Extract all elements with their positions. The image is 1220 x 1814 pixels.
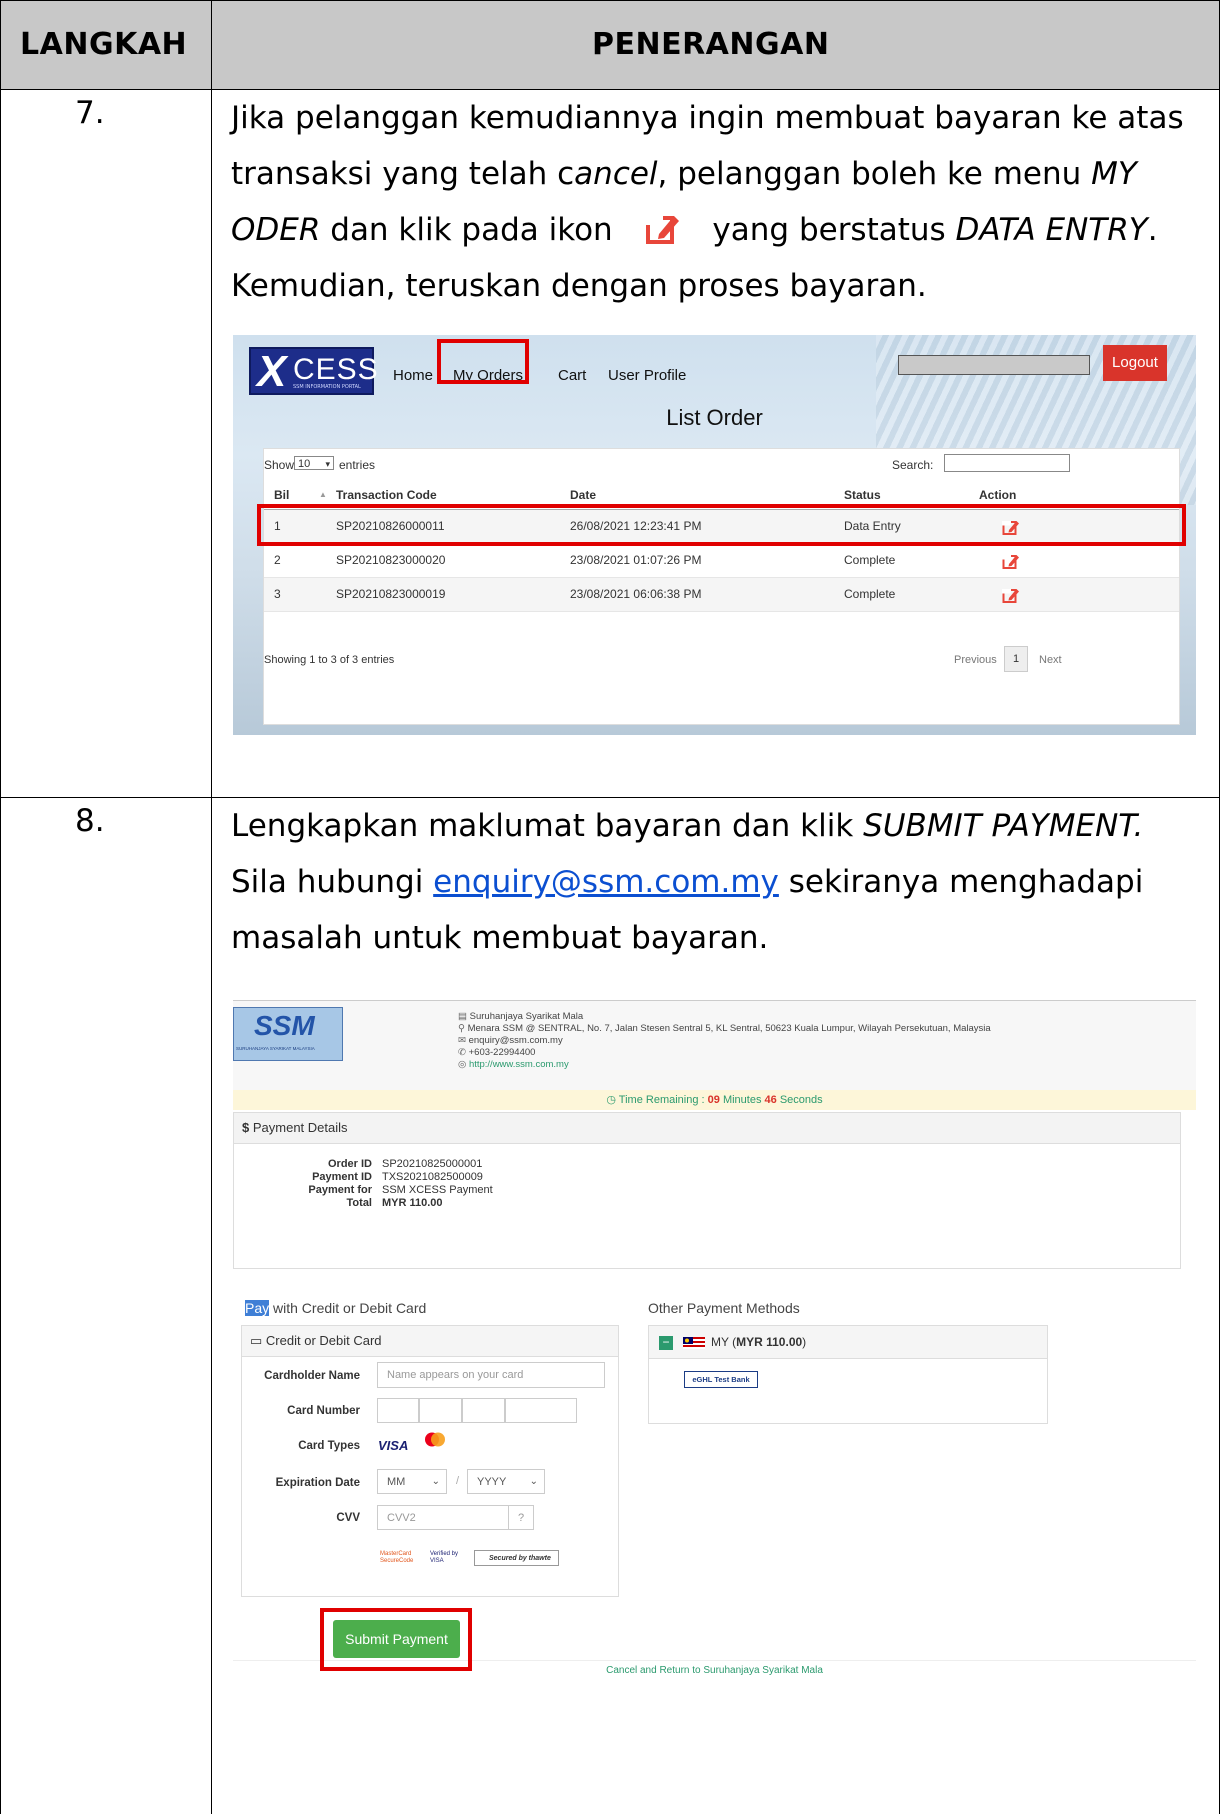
step-7-text: Jika pelanggan kemudiannya ingin membuat… (231, 90, 1206, 314)
previous-button[interactable]: Previous (954, 654, 997, 666)
credit-card-form: ▭ Credit or Debit Card Cardholder Name N… (241, 1325, 619, 1597)
credit-card-header: ▭ Credit or Debit Card (242, 1326, 618, 1357)
orders-table-panel: Show 10 ▾ entries Search: Bil ▲ Transacti… (263, 448, 1180, 725)
visa-icon: VISA (378, 1438, 409, 1453)
step-8-text: Lengkapkan maklumat bayaran dan klik SUB… (231, 798, 1206, 966)
column-divider (211, 0, 212, 1814)
search-input[interactable] (944, 454, 1070, 472)
entries-label: entries (339, 458, 376, 472)
xcess-logo: X CESS SSM INFORMATION PORTAL (249, 347, 378, 396)
expiry-month-select[interactable]: MM ⌄ (377, 1469, 447, 1494)
next-button[interactable]: Next (1039, 654, 1062, 666)
card-number-input[interactable] (419, 1398, 462, 1423)
expiration-label: Expiration Date (275, 1477, 360, 1489)
step-7-line-2: transaksi yang telah cancel, pelanggan b… (231, 156, 1137, 192)
step-7-line-3: ODER dan klik pada ikon yang berstatus D… (231, 202, 1206, 258)
table-row: 2 SP20210823000020 23/08/2021 01:07:26 P… (264, 544, 1179, 578)
nav-user-profile[interactable]: User Profile (608, 367, 686, 384)
time-remaining-bar: ◷ Time Remaining : 09 Minutes 46 Seconds (233, 1090, 1196, 1110)
mastercard-icon (422, 1431, 448, 1448)
edit-icon (644, 208, 681, 244)
other-payment-methods-box: − MY (MYR 110.00) eGHL Test Bank (648, 1325, 1048, 1424)
edit-icon[interactable] (1002, 552, 1020, 570)
border-left (0, 0, 1, 1814)
payment-details-box: $ Payment Details Order ID Payment ID Pa… (233, 1112, 1181, 1269)
cardholder-label: Cardholder Name (264, 1370, 360, 1382)
logout-button[interactable]: Logout (1103, 345, 1167, 381)
mastercard-securecode-logo: MasterCard SecureCode (380, 1551, 414, 1564)
step-7-line-4: Kemudian, teruskan dengan proses bayaran… (231, 268, 927, 304)
other-payment-methods-title: Other Payment Methods (648, 1300, 800, 1316)
pay-with-card-title: Pay with Credit or Debit Card (245, 1300, 427, 1316)
payment-screenshot: SSM SURUHANJAYA SYARIKAT MALAYSIA ▤ Suru… (233, 1000, 1196, 1720)
nav-home[interactable]: Home (393, 367, 433, 384)
collapse-icon: − (659, 1336, 673, 1350)
card-number-input[interactable] (505, 1398, 577, 1423)
my-bank-group-header[interactable]: − MY (MYR 110.00) (649, 1326, 1047, 1359)
ssm-logo: SSM SURUHANJAYA SYARIKAT MALAYSIA (233, 1007, 343, 1061)
page-1-button[interactable]: 1 (1004, 646, 1028, 672)
thawte-seal: Secured by thawte (474, 1550, 559, 1566)
card-icon: ▭ (250, 1333, 263, 1348)
search-label: Search: (892, 458, 934, 472)
malaysia-flag-icon (683, 1336, 705, 1349)
highlight-my-orders (437, 339, 529, 384)
card-number-label: Card Number (287, 1405, 360, 1417)
ssm-contact-info: ▤ Suruhanjaya Syarikat Mala ⚲ Menara SSM… (458, 1011, 991, 1070)
nav-cart[interactable]: Cart (558, 367, 586, 384)
showing-info: Showing 1 to 3 of 3 entries (264, 654, 395, 666)
ssm-header: SSM SURUHANJAYA SYARIKAT MALAYSIA ▤ Suru… (233, 1000, 1196, 1091)
entries-select[interactable]: 10 ▾ (294, 456, 334, 470)
highlight-submit-payment (320, 1608, 472, 1671)
clock-icon: ◷ (606, 1094, 619, 1106)
xcess-screenshot: X CESS SSM INFORMATION PORTAL Home My Or… (233, 335, 1196, 735)
step-8-line-1: Lengkapkan maklumat bayaran dan klik SUB… (231, 808, 1144, 844)
step-8-number: 8. (75, 803, 105, 839)
cardholder-input[interactable]: Name appears on your card (377, 1362, 605, 1388)
help-icon: ? (508, 1506, 533, 1529)
list-order-title: List Order (666, 405, 763, 430)
header-langkah: LANGKAH (20, 27, 188, 62)
expiry-year-select[interactable]: YYYY ⌄ (467, 1469, 545, 1494)
step-8-line-3: masalah untuk membuat bayaran. (231, 920, 769, 956)
enquiry-email-link[interactable]: enquiry@ssm.com.my (433, 864, 779, 900)
dollar-icon: $ (242, 1120, 250, 1135)
step-8-line-2: Sila hubungi enquiry@ssm.com.my sekirany… (231, 864, 1144, 900)
payment-details-header: $ Payment Details (234, 1113, 1180, 1144)
step-7-line-1: Jika pelanggan kemudiannya ingin membuat… (231, 100, 1184, 136)
expiry-separator: / (456, 1475, 460, 1487)
card-number-input[interactable] (377, 1398, 419, 1423)
cvv-input[interactable]: CVV2? (377, 1505, 534, 1530)
card-types-label: Card Types (298, 1440, 360, 1452)
cvv-label: CVV (336, 1512, 360, 1524)
header-penerangan: PENERANGAN (592, 27, 830, 62)
show-label: Show (264, 458, 295, 472)
user-name-field (898, 355, 1090, 375)
edit-icon[interactable] (1002, 586, 1020, 604)
card-number-input[interactable] (462, 1398, 505, 1423)
step-7-number: 7. (75, 95, 105, 131)
table-row: 3 SP20210823000019 23/08/2021 06:06:38 P… (264, 578, 1179, 612)
highlight-data-entry-row (257, 504, 1186, 546)
eghl-test-bank-option[interactable]: eGHL Test Bank (684, 1371, 758, 1388)
verified-by-visa-logo: Verified by VISA (430, 1551, 459, 1564)
